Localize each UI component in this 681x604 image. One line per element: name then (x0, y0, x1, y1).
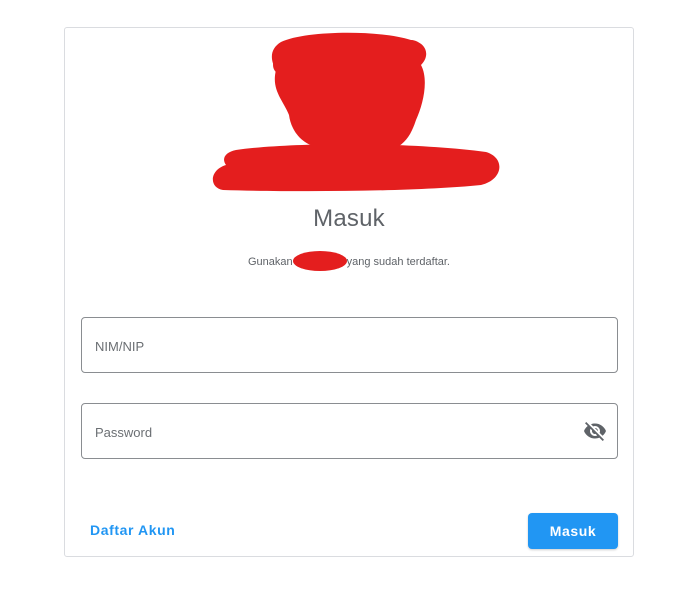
nim-field[interactable] (81, 317, 618, 374)
login-subtitle: Gunakan yang sudah terdaftar. (65, 251, 633, 272)
password-input[interactable] (93, 404, 577, 460)
redacted-logo (212, 32, 500, 192)
login-card: Masuk Gunakan yang sudah terdaftar. Dafta… (64, 27, 634, 557)
subtitle-suffix: yang sudah terdaftar. (346, 255, 450, 268)
register-link[interactable]: Daftar Akun (90, 522, 175, 538)
password-field[interactable] (81, 403, 618, 460)
subtitle-prefix: Gunakan (247, 255, 293, 268)
nim-input[interactable] (93, 318, 577, 374)
redacted-app-name (292, 251, 347, 271)
eye-off-icon[interactable] (583, 419, 607, 443)
login-button[interactable]: Masuk (528, 513, 618, 549)
page-title: Masuk (313, 205, 385, 232)
